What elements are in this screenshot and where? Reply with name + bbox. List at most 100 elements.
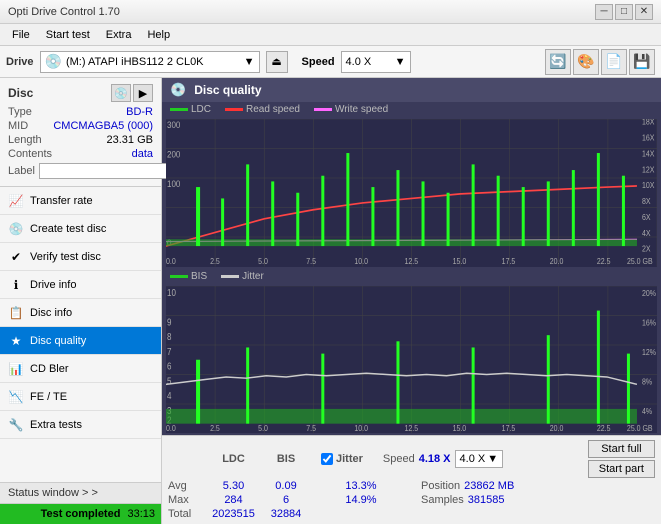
speed-stat-dropdown[interactable]: 4.0 X ▼	[455, 450, 504, 468]
sidebar-item-drive-info[interactable]: ℹ Drive info	[0, 271, 161, 299]
menu-start-test[interactable]: Start test	[38, 27, 98, 43]
svg-text:10X: 10X	[642, 181, 654, 191]
chart-header-icon: 💿	[170, 82, 186, 98]
progress-bar-container: Test completed 33:13	[0, 504, 161, 524]
avg-bis: 0.09	[261, 480, 311, 492]
stats-avg-row: Avg 5.30 0.09 13.3% Position 23862 MB	[168, 480, 655, 492]
svg-text:2.5: 2.5	[210, 257, 220, 267]
sidebar-item-extra-tests[interactable]: 🔧 Extra tests	[0, 411, 161, 439]
legend-read-speed-label: Read speed	[246, 104, 300, 115]
bottom-chart: 10 9 8 7 6 5 4 3 2 20% 16% 12% 8% 4%	[166, 286, 657, 434]
mid-value: CMCMAGBA5 (000)	[53, 120, 153, 132]
nav-label-create-test-disc: Create test disc	[30, 223, 106, 235]
svg-text:5: 5	[167, 375, 171, 386]
samples-value: 381585	[468, 494, 505, 506]
drive-name: (M:) ATAPI iHBS112 2 CL0K	[66, 56, 204, 68]
sidebar-item-create-test-disc[interactable]: 💿 Create test disc	[0, 215, 161, 243]
svg-text:14X: 14X	[642, 149, 654, 159]
app-title: Opti Drive Control 1.70	[8, 6, 120, 18]
toolbar-btn-3[interactable]: 📄	[601, 49, 627, 75]
svg-text:12%: 12%	[642, 347, 656, 357]
nav-label-cd-bler: CD Bler	[30, 363, 69, 375]
drive-eject-button[interactable]: ⏏	[266, 51, 288, 73]
toolbar-btn-2[interactable]: 🎨	[573, 49, 599, 75]
svg-text:0.0: 0.0	[166, 257, 176, 267]
max-label: Max	[168, 494, 206, 506]
avg-ldc: 5.30	[206, 480, 261, 492]
svg-text:200: 200	[167, 149, 181, 160]
sidebar-item-cd-bler[interactable]: 📊 CD Bler	[0, 355, 161, 383]
svg-text:5.0: 5.0	[258, 423, 268, 433]
close-button[interactable]: ✕	[635, 4, 653, 20]
bottom-legend: BIS Jitter	[162, 269, 661, 284]
length-label: Length	[8, 134, 42, 146]
svg-text:16X: 16X	[642, 133, 654, 143]
svg-text:16%: 16%	[642, 317, 656, 327]
menu-extra[interactable]: Extra	[98, 27, 140, 43]
sidebar-item-disc-quality[interactable]: ★ Disc quality	[0, 327, 161, 355]
start-full-button[interactable]: Start full	[588, 440, 655, 458]
svg-text:2X: 2X	[642, 244, 651, 254]
bottom-chart-svg: 10 9 8 7 6 5 4 3 2 20% 16% 12% 8% 4%	[166, 286, 657, 434]
minimize-button[interactable]: ─	[595, 4, 613, 20]
svg-text:6X: 6X	[642, 213, 651, 223]
max-ldc: 284	[206, 494, 261, 506]
status-window-button[interactable]: Status window > >	[0, 482, 161, 504]
status-window-label: Status window > >	[8, 487, 98, 499]
menu-help[interactable]: Help	[139, 27, 178, 43]
menu-file[interactable]: File	[4, 27, 38, 43]
legend-ldc: LDC	[170, 104, 211, 115]
drive-select[interactable]: 💿 (M:) ATAPI iHBS112 2 CL0K ▼	[40, 51, 260, 73]
sidebar-item-transfer-rate[interactable]: 📈 Transfer rate	[0, 187, 161, 215]
svg-text:4: 4	[167, 390, 171, 401]
svg-text:15.0: 15.0	[453, 423, 467, 433]
disc-label: Disc	[8, 86, 33, 100]
svg-text:20.0: 20.0	[550, 257, 564, 267]
legend-bis: BIS	[170, 271, 207, 282]
speed-label: Speed	[302, 56, 335, 68]
menubar: File Start test Extra Help	[0, 24, 661, 46]
speed-select[interactable]: 4.0 X ▼	[341, 51, 411, 73]
nav-label-drive-info: Drive info	[30, 279, 76, 291]
disc-icon-btn-2[interactable]: ▶	[133, 84, 153, 102]
disc-mid-row: MID CMCMAGBA5 (000)	[8, 120, 153, 132]
disc-type-row: Type BD-R	[8, 106, 153, 118]
speed-dropdown-val: 4.0 X	[460, 453, 486, 465]
max-jitter: 14.9%	[321, 494, 401, 506]
nav-label-transfer-rate: Transfer rate	[30, 195, 93, 207]
sidebar-item-verify-test-disc[interactable]: ✔ Verify test disc	[0, 243, 161, 271]
svg-text:25.0 GB: 25.0 GB	[627, 423, 653, 433]
sidebar-item-fe-te[interactable]: 📉 FE / TE	[0, 383, 161, 411]
jitter-checkbox[interactable]	[321, 453, 333, 465]
legend-bis-color	[170, 275, 188, 278]
titlebar: Opti Drive Control 1.70 ─ □ ✕	[0, 0, 661, 24]
maximize-button[interactable]: □	[615, 4, 633, 20]
disc-icon-btn-1[interactable]: 💿	[111, 84, 131, 102]
toolbar-btn-1[interactable]: 🔄	[545, 49, 571, 75]
sidebar-item-disc-info[interactable]: 📋 Disc info	[0, 299, 161, 327]
svg-text:12X: 12X	[642, 165, 654, 175]
start-part-button[interactable]: Start part	[588, 460, 655, 478]
svg-text:15.0: 15.0	[453, 257, 467, 267]
speed-stat-label: Speed	[383, 453, 415, 465]
label-input[interactable]	[39, 163, 177, 179]
content-area: 💿 Disc quality LDC Read speed Write spee…	[162, 78, 661, 524]
time-display: 33:13	[127, 508, 155, 520]
legend-write-speed: Write speed	[314, 104, 388, 115]
disc-info-icon: 📋	[8, 305, 24, 321]
extra-tests-icon: 🔧	[8, 417, 24, 433]
svg-text:8X: 8X	[642, 197, 651, 207]
stats-bar: LDC BIS Jitter Speed 4.18 X 4.0 X ▼ Star…	[162, 435, 661, 524]
svg-text:100: 100	[167, 179, 181, 190]
svg-text:7.5: 7.5	[306, 423, 316, 433]
legend-ldc-label: LDC	[191, 104, 211, 115]
toolbar-btn-save[interactable]: 💾	[629, 49, 655, 75]
svg-text:5.0: 5.0	[258, 257, 268, 267]
total-label: Total	[168, 508, 206, 520]
disc-contents-row: Contents data	[8, 148, 153, 160]
type-label: Type	[8, 106, 32, 118]
verify-test-disc-icon: ✔	[8, 249, 24, 265]
svg-text:10.0: 10.0	[354, 423, 368, 433]
drive-info-icon: ℹ	[8, 277, 24, 293]
nav-label-extra-tests: Extra tests	[30, 419, 82, 431]
